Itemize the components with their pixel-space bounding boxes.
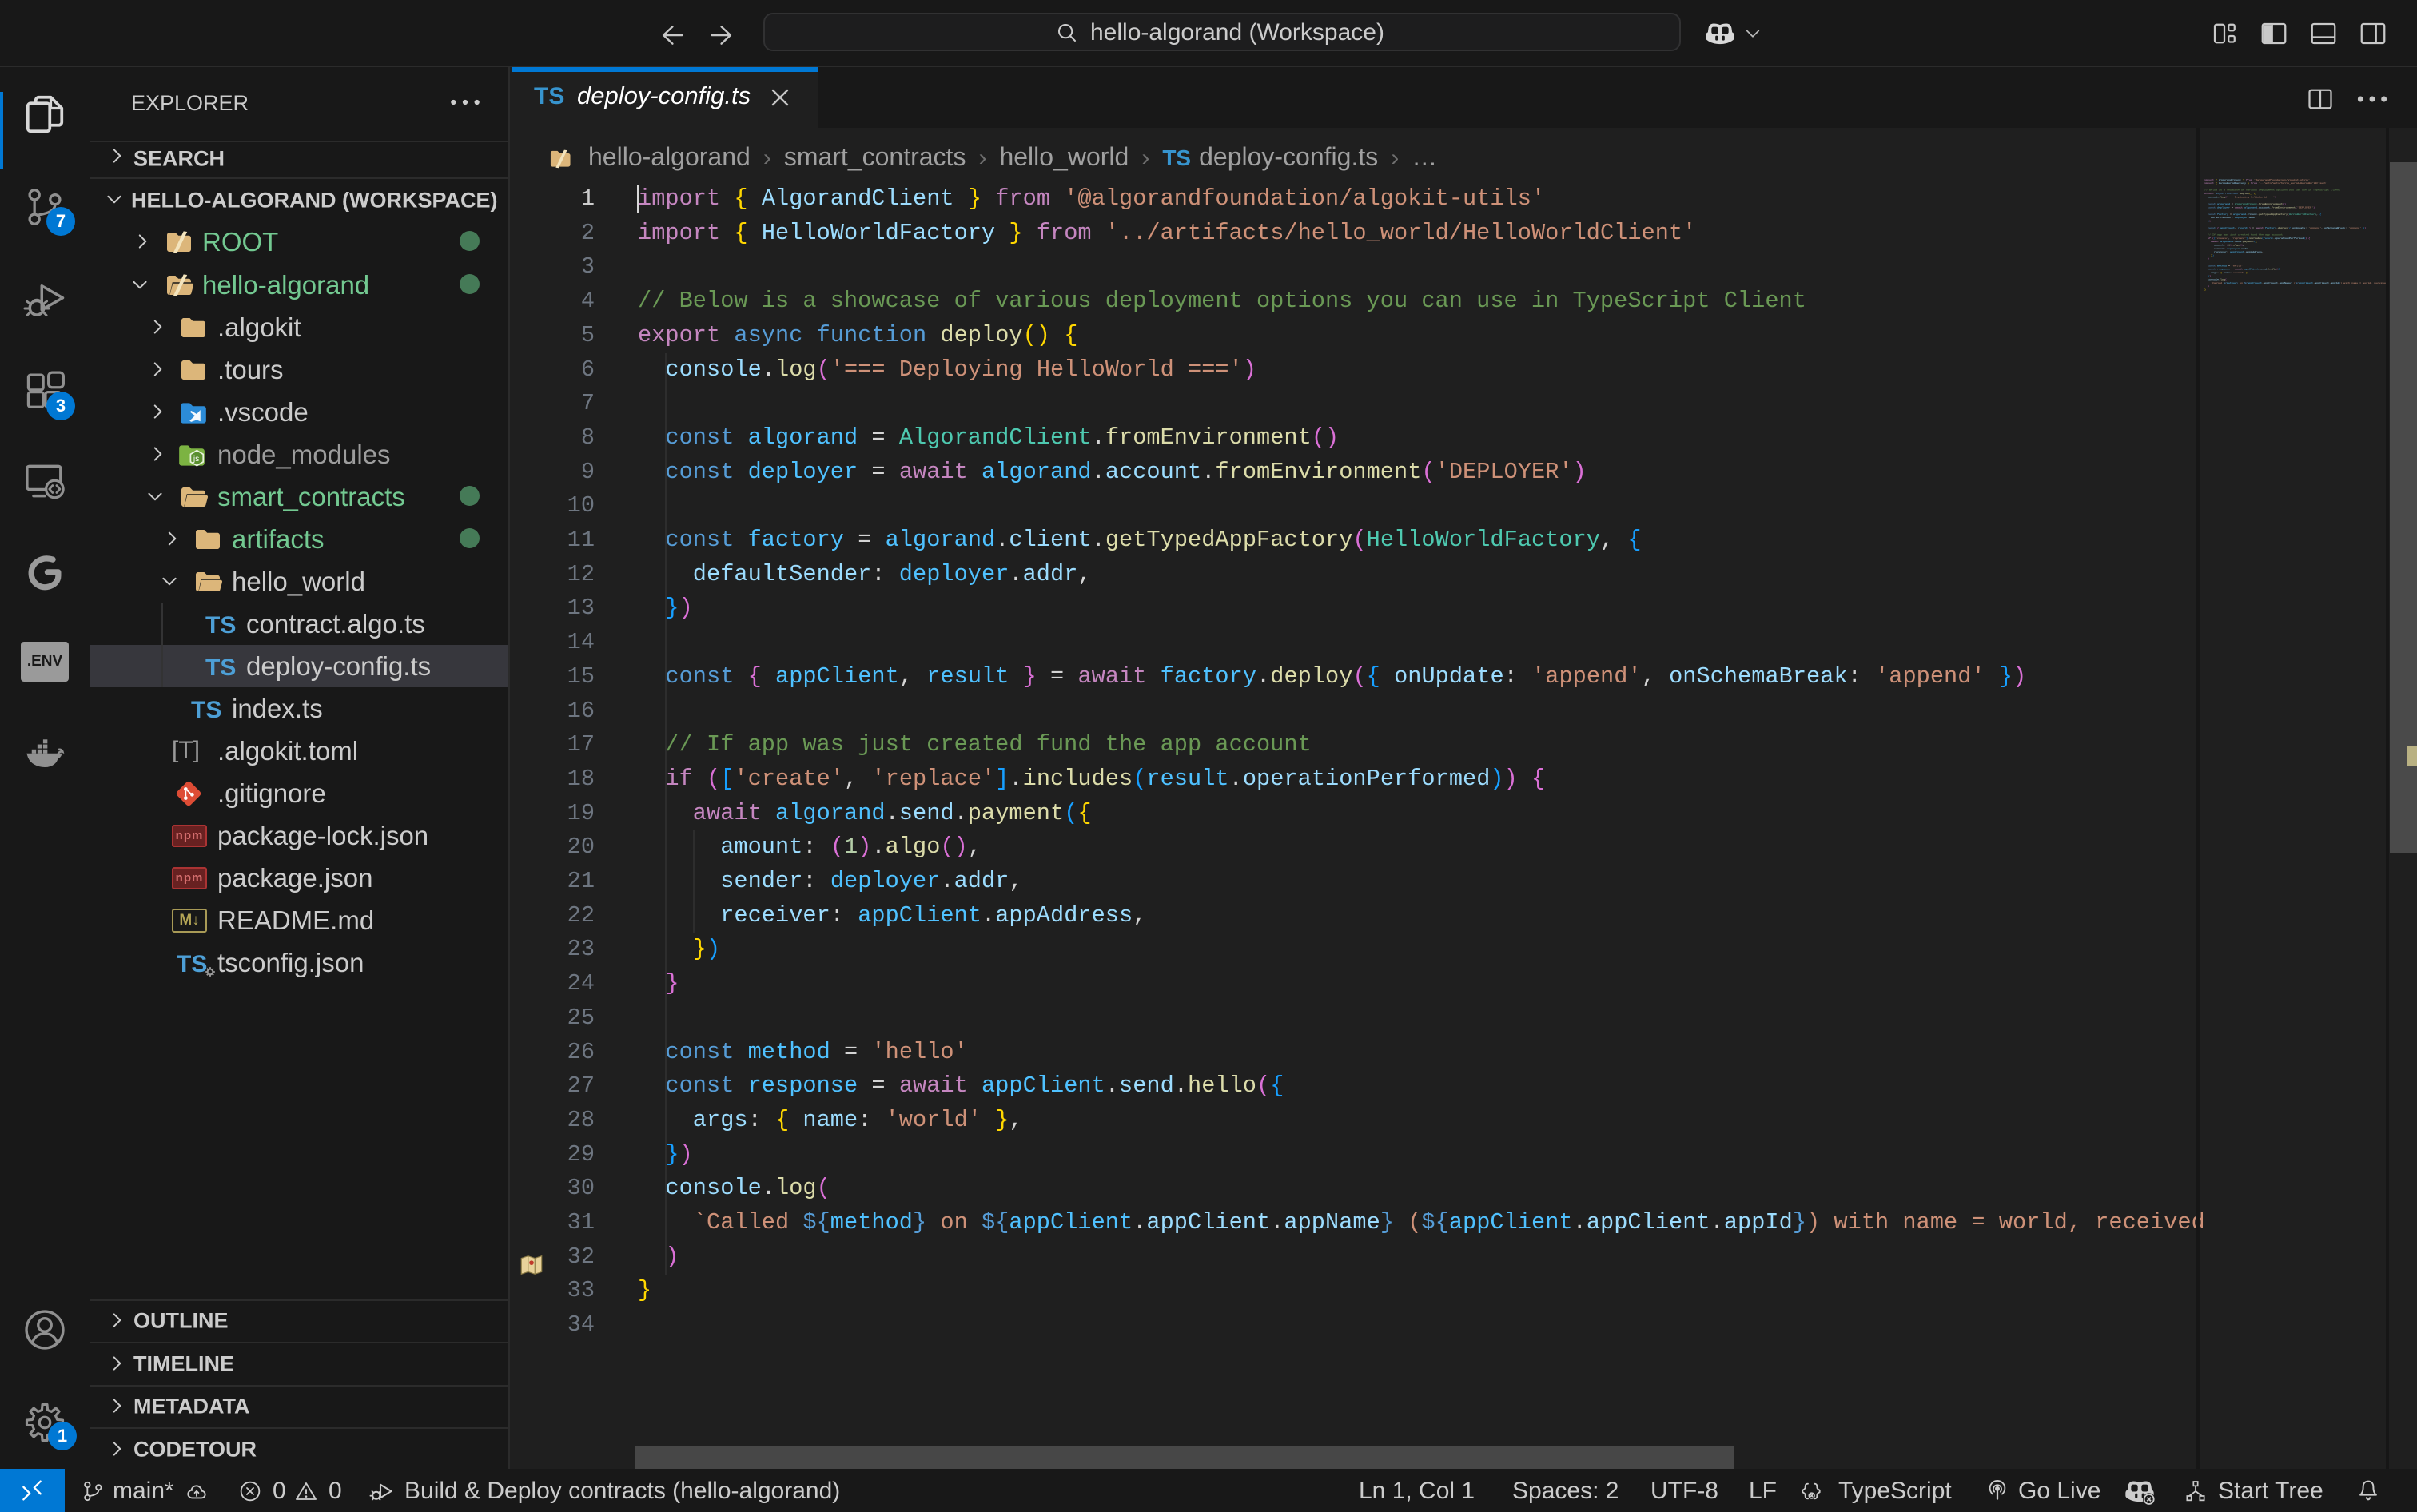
svg-text:js: js (193, 455, 199, 464)
